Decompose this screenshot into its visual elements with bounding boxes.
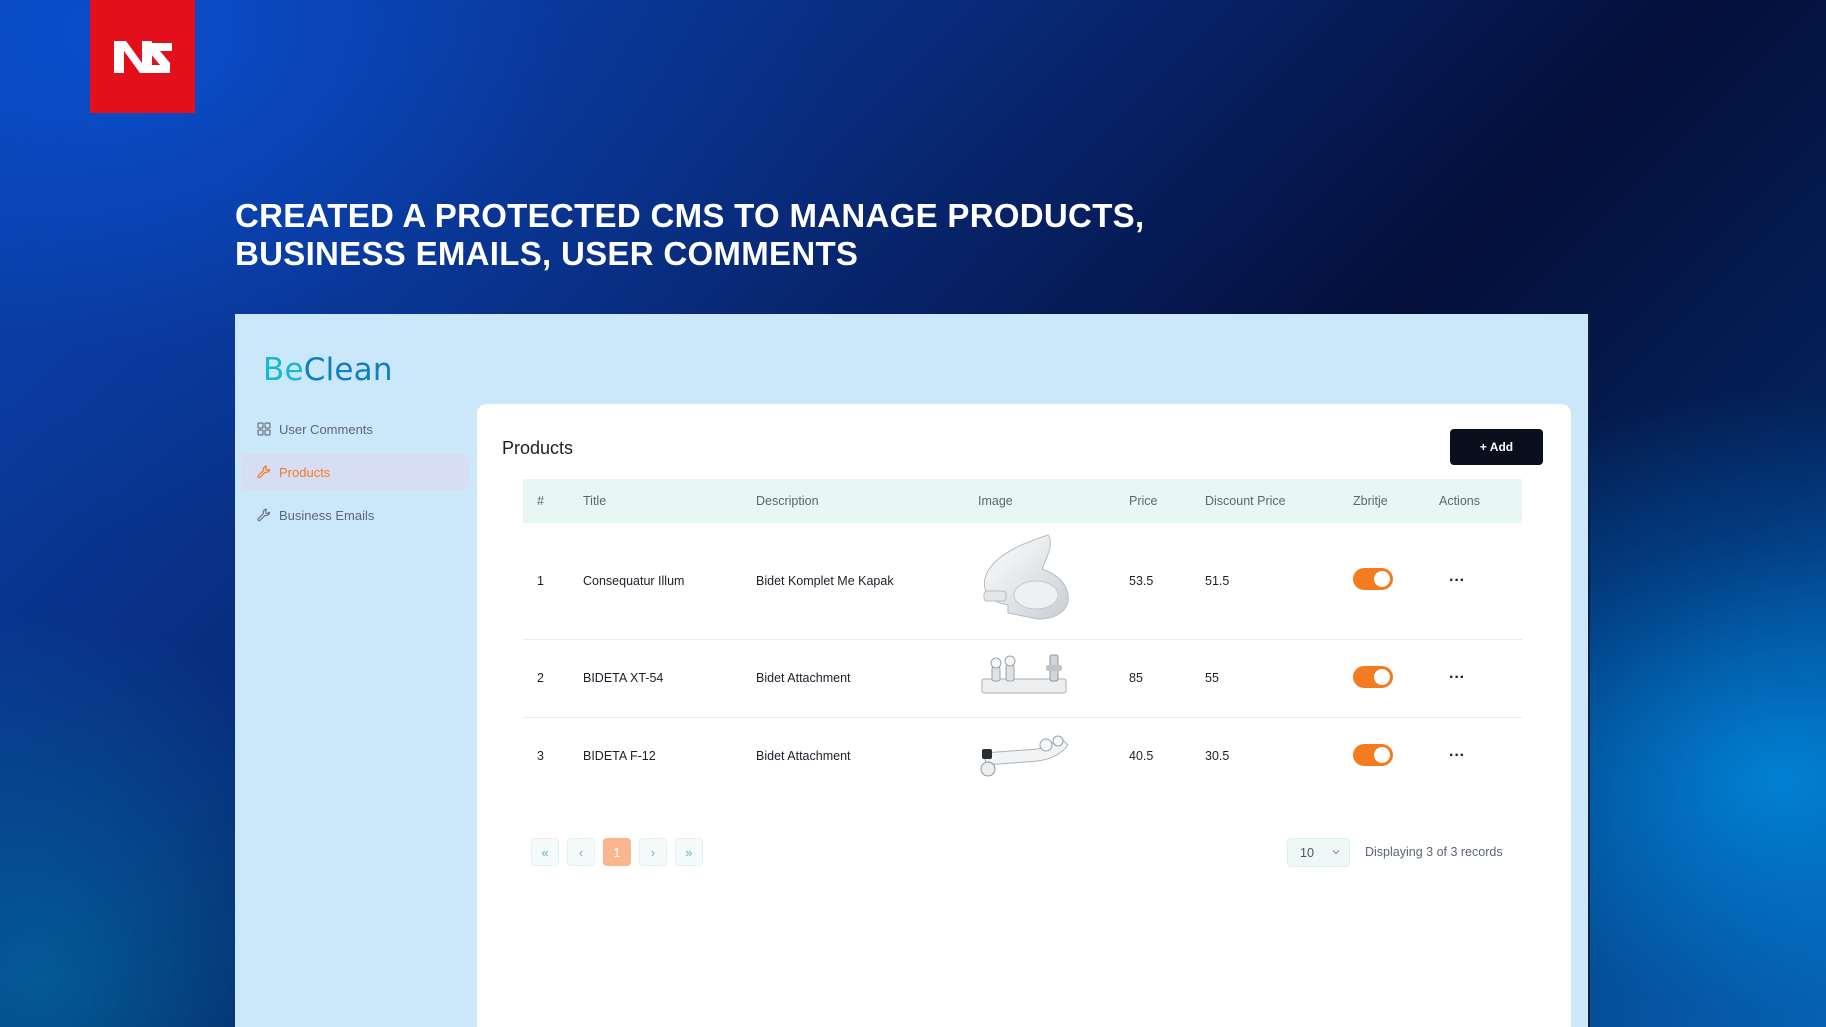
column-header-price[interactable]: Price <box>1129 479 1205 523</box>
brand-part-be: Be <box>263 352 304 388</box>
table-row: 1 Consequatur Illum Bidet Komplet Me Kap… <box>523 523 1522 639</box>
cell-discount-price: 51.5 <box>1205 573 1230 588</box>
cell-actions: ··· <box>1439 523 1522 639</box>
column-header-zbritje[interactable]: Zbritje <box>1353 479 1439 523</box>
cell-price: 85 <box>1129 671 1143 685</box>
cell-image <box>978 639 1129 717</box>
cell-description: Bidet Attachment <box>756 671 851 685</box>
zbritje-toggle[interactable] <box>1353 665 1393 688</box>
wrench-icon <box>257 508 271 522</box>
cell-image <box>978 523 1129 639</box>
last-page-button[interactable]: » <box>675 838 703 866</box>
cell-num: 2 <box>537 671 544 685</box>
bidet-attachment-image <box>981 654 1067 693</box>
products-table: # Title Description Image Price Discount… <box>523 479 1522 795</box>
pagination: « ‹ 1 › » <box>531 838 703 866</box>
cell-num: 3 <box>537 749 544 764</box>
column-header-num[interactable]: # <box>523 479 583 523</box>
next-page-button[interactable]: › <box>639 838 667 866</box>
cell-title: BIDETA XT-54 <box>583 671 664 685</box>
cell-actions: ··· <box>1439 717 1522 795</box>
table-row: 3 BIDETA F-12 Bidet Attachment 40.5 30.5… <box>523 717 1522 795</box>
sidebar-item-label: User Comments <box>279 421 373 437</box>
cell-title: Consequatur Illum <box>583 573 685 588</box>
prev-page-button[interactable]: ‹ <box>567 838 595 866</box>
ns-logo-icon <box>113 40 172 73</box>
current-page-button[interactable]: 1 <box>603 838 631 866</box>
cell-image <box>978 717 1129 795</box>
sidebar: User Comments Products Business Emails <box>241 411 469 540</box>
sidebar-item-user-comments[interactable]: User Comments <box>241 411 469 447</box>
more-actions-icon[interactable]: ··· <box>1439 572 1465 589</box>
cell-description: Bidet Attachment <box>756 749 851 764</box>
sidebar-item-products[interactable]: Products <box>241 454 469 490</box>
cell-price: 53.5 <box>1129 573 1154 588</box>
column-header-title[interactable]: Title <box>583 479 756 523</box>
column-header-actions[interactable]: Actions <box>1439 479 1522 523</box>
sidebar-item-business-emails[interactable]: Business Emails <box>241 497 469 533</box>
cell-title: BIDETA F-12 <box>583 749 656 764</box>
column-header-discount-price[interactable]: Discount Price <box>1205 479 1353 523</box>
page-size-select[interactable]: 10 <box>1287 838 1350 867</box>
table-header-row: # Title Description Image Price Discount… <box>523 479 1522 523</box>
add-product-button[interactable]: + Add <box>1450 429 1543 465</box>
zbritje-toggle[interactable] <box>1353 743 1393 766</box>
chevron-down-icon <box>1331 846 1341 860</box>
cell-discount-price: 30.5 <box>1205 749 1230 764</box>
more-actions-icon[interactable]: ··· <box>1439 747 1465 764</box>
page-title: Products <box>502 438 574 458</box>
more-actions-icon[interactable]: ··· <box>1439 669 1465 686</box>
sidebar-item-label: Products <box>279 464 331 480</box>
cell-zbritje <box>1353 717 1439 795</box>
column-header-image[interactable]: Image <box>978 479 1129 523</box>
records-count: Displaying 3 of 3 records <box>1365 845 1503 859</box>
grid-icon <box>257 422 271 436</box>
cms-window: BeClean User Comments Products Business … <box>235 314 1590 1027</box>
page-size-value: 10 <box>1300 845 1314 860</box>
cell-zbritje <box>1353 523 1439 639</box>
banner-headline: CREATED A PROTECTED CMS TO MANAGE PRODUC… <box>235 197 1235 273</box>
company-logo <box>90 0 195 113</box>
cell-discount-price: 55 <box>1205 671 1219 685</box>
zbritje-toggle[interactable] <box>1353 568 1393 591</box>
column-header-description[interactable]: Description <box>756 479 978 523</box>
sidebar-item-label: Business Emails <box>279 507 375 523</box>
headline-line-2: BUSINESS EMAILS, USER COMMENTS <box>235 235 859 272</box>
cell-num: 1 <box>537 573 544 588</box>
first-page-button[interactable]: « <box>531 838 559 866</box>
cell-description: Bidet Komplet Me Kapak <box>756 573 894 588</box>
bidet-attachment-image <box>980 735 1069 777</box>
table-row: 2 BIDETA XT-54 Bidet Attachment 85 55 ··… <box>523 639 1522 717</box>
cell-zbritje <box>1353 639 1439 717</box>
brand-logo[interactable]: BeClean <box>263 352 393 388</box>
brand-part-clean: Clean <box>303 352 393 388</box>
cell-actions: ··· <box>1439 639 1522 717</box>
products-panel: Products + Add # Title Description Image… <box>477 404 1571 1027</box>
cell-price: 40.5 <box>1129 749 1154 764</box>
headline-line-1: CREATED A PROTECTED CMS TO MANAGE PRODUC… <box>235 197 1145 234</box>
toilet-seat-image <box>983 534 1069 620</box>
wrench-icon <box>257 465 271 479</box>
